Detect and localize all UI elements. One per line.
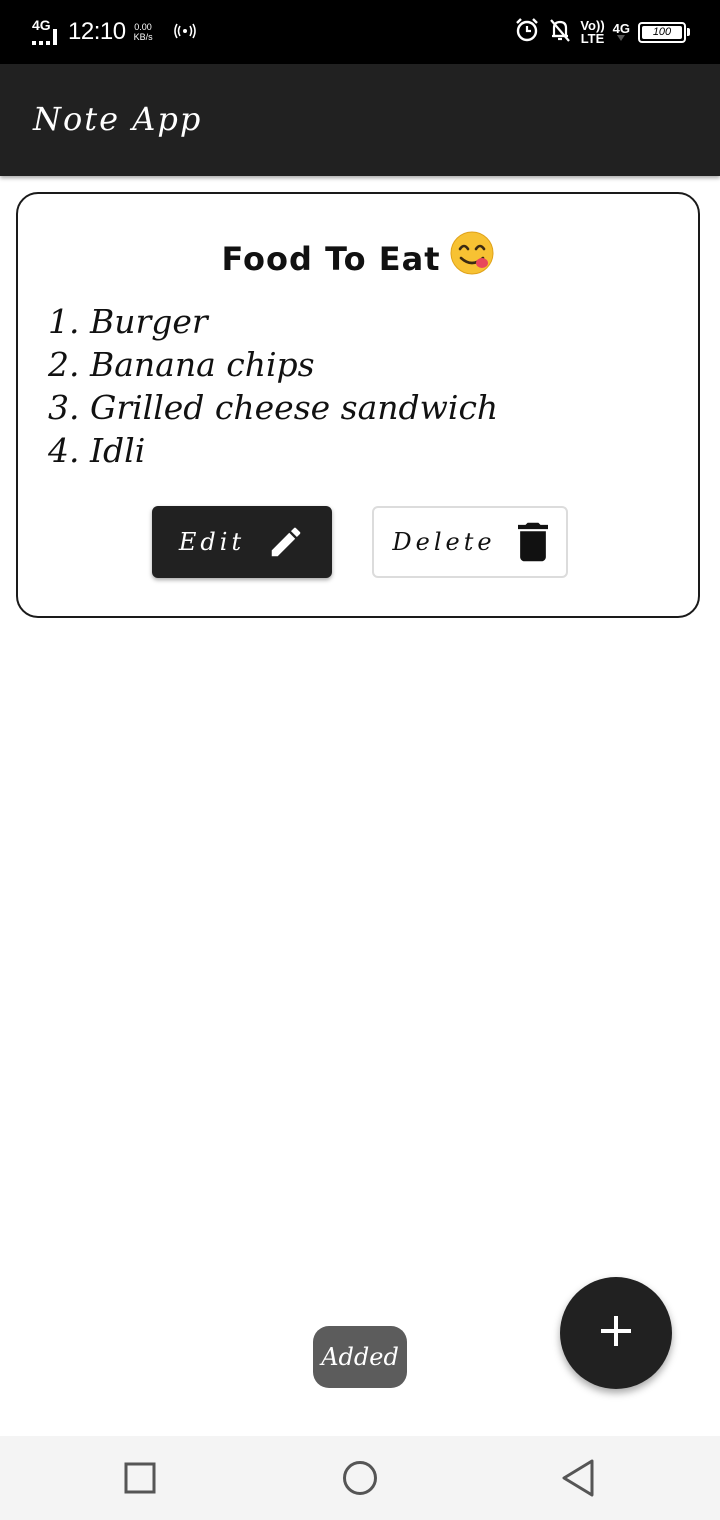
edit-button-label: Edit [178,528,246,556]
delete-button[interactable]: Delete [372,506,568,578]
square-icon [124,1462,156,1498]
delete-button-label: Delete [392,528,496,556]
volte-indicator: Vo)) LTE [580,19,604,45]
status-bar-right: Vo)) LTE 4G 100 [514,14,690,50]
app-bar: Note App [0,64,720,176]
note-body: 1. Burger 2. Banana chips 3. Grilled che… [48,300,668,472]
toast-text: Added [321,1343,399,1371]
battery-icon: 100 [638,21,690,43]
note-title: Food To Eat [18,230,698,284]
navigation-bar [0,1436,720,1520]
toast-message: Added [313,1326,407,1388]
hotspot-icon [173,21,197,43]
speed-value: 0.00 [134,22,152,32]
note-line: 4. Idli [48,431,146,470]
volte-bottom: LTE [580,31,605,46]
back-button[interactable] [558,1458,598,1502]
network-speed: 0.00 KB/s [134,22,153,42]
status-bar-left: 4G 12:10 0.00 KB/s [30,14,197,50]
speed-unit: KB/s [133,32,153,42]
yum-emoji-icon [449,230,495,284]
add-note-button[interactable] [560,1277,672,1389]
notifications-off-icon [548,17,572,47]
recents-button[interactable] [120,1460,160,1500]
status-time: 12:10 [68,18,126,45]
plus-icon [599,1314,633,1352]
note-line: 2. Banana chips [48,345,315,384]
app-title: Note App [33,100,203,138]
circle-icon [342,1460,378,1500]
back-triangle-icon [560,1458,596,1502]
network-4g: 4G [613,22,630,43]
home-button[interactable] [340,1460,380,1500]
battery-level: 100 [652,26,672,38]
alarm-icon [514,17,540,47]
note-title-text: Food To Eat [221,240,441,278]
pencil-icon [267,523,305,561]
signal-icon: 4G [30,17,62,47]
note-line: 3. Grilled cheese sandwich [48,388,499,427]
note-card[interactable]: Food To Eat 1. Burger 2. Banana chips 3.… [16,192,700,618]
edit-button[interactable]: Edit [152,506,332,578]
status-bar: 4G 12:10 0.00 KB/s Vo)) LTE 4G 100 [0,0,720,64]
trash-icon [517,522,548,562]
note-line: 1. Burger [48,302,208,341]
network-4g-label: 4G [612,20,630,36]
